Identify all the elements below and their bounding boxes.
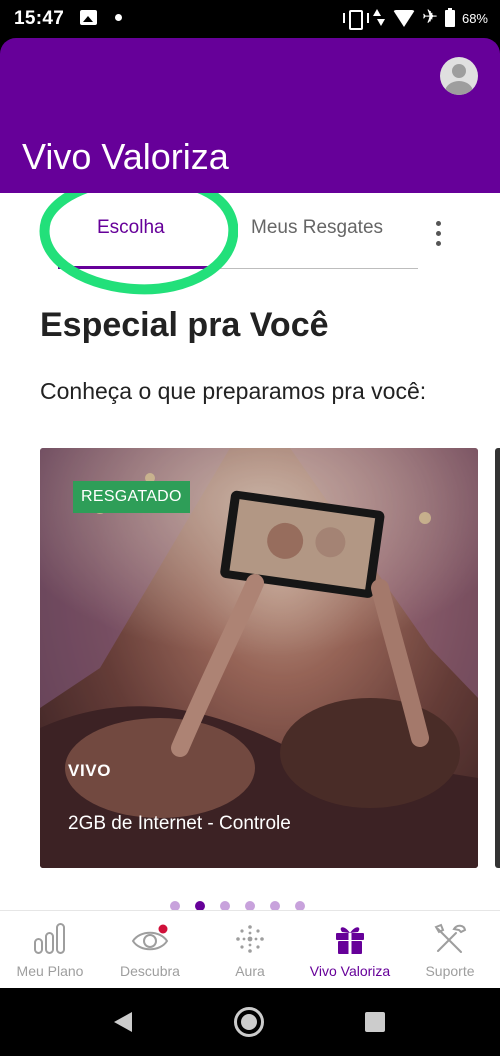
image-icon	[80, 10, 97, 25]
nav-label: Meu Plano	[16, 963, 84, 979]
data-arrows-icon	[372, 9, 386, 27]
bottom-navigation: Meu Plano Descubra Aura Vivo Valoriza Su…	[0, 910, 500, 988]
nav-descubra[interactable]: Descubra	[100, 911, 200, 989]
vibrate-icon	[343, 9, 370, 30]
bar-chart-icon	[34, 923, 65, 954]
app-header: Vivo Valoriza	[0, 38, 500, 193]
user-avatar-icon[interactable]	[440, 57, 478, 95]
tools-icon	[434, 923, 467, 953]
offer-card[interactable]: RESGATADO VIVO 2GB de Internet - Control…	[40, 448, 478, 868]
carousel-dot[interactable]	[170, 901, 180, 910]
section-subtitle: Conheça o que preparamos pra você:	[40, 378, 427, 404]
nav-label: Aura	[235, 963, 265, 979]
carousel-dot-active[interactable]	[195, 901, 205, 910]
page-title: Vivo Valoriza	[22, 136, 229, 177]
nav-suporte[interactable]: Suporte	[400, 911, 500, 989]
nav-aura[interactable]: Aura	[200, 911, 300, 989]
annotation-circle	[39, 193, 238, 295]
home-icon[interactable]	[234, 1007, 264, 1037]
recent-apps-icon[interactable]	[365, 1012, 385, 1032]
status-bar: 15:47 ✈ 68%	[0, 0, 500, 38]
carousel-dot[interactable]	[220, 901, 230, 910]
gift-icon	[336, 927, 364, 954]
nav-label: Suporte	[425, 963, 475, 979]
airplane-mode-icon: ✈	[422, 7, 438, 28]
tab-bar: Escolha Meus Resgates	[0, 193, 500, 295]
status-time: 15:47	[14, 8, 65, 29]
offer-card-title: 2GB de Internet - Controle	[68, 813, 291, 834]
back-icon[interactable]	[114, 1012, 132, 1032]
status-badge: RESGATADO	[73, 481, 190, 513]
aura-dots-icon	[236, 925, 264, 953]
carousel-pagination	[170, 901, 305, 910]
nav-label: Vivo Valoriza	[309, 963, 391, 979]
next-offer-card[interactable]	[495, 448, 500, 868]
carousel-dot[interactable]	[295, 901, 305, 910]
carousel-dot[interactable]	[245, 901, 255, 910]
battery-icon	[444, 7, 455, 27]
eye-icon	[131, 924, 169, 951]
carousel-dot[interactable]	[270, 901, 280, 910]
nav-vivo-valoriza[interactable]: Vivo Valoriza	[300, 911, 400, 989]
battery-percent: 68%	[461, 10, 488, 26]
notification-dot-icon	[115, 14, 122, 21]
system-navigation-bar	[0, 988, 500, 1056]
nav-label: Descubra	[120, 963, 180, 979]
wifi-icon	[393, 9, 416, 27]
main-content: Escolha Meus Resgates Especial pra Você …	[0, 193, 500, 910]
tab-meus-resgates[interactable]: Meus Resgates	[251, 217, 383, 239]
more-vert-icon[interactable]	[430, 221, 446, 247]
nav-meu-plano[interactable]: Meu Plano	[0, 911, 100, 989]
offer-card-brand: VIVO	[68, 761, 112, 780]
section-title: Especial pra Você	[40, 306, 329, 344]
